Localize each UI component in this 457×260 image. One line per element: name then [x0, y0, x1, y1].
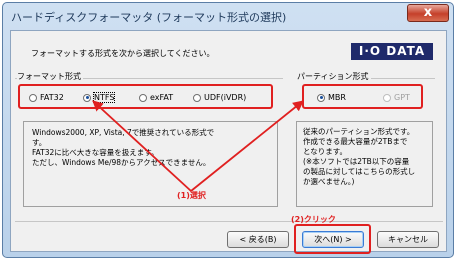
title-bar[interactable]: ハードディスクフォーマッタ (フォーマット形式の選択) x: [3, 3, 453, 29]
button-separator: [15, 221, 443, 222]
dialog-window: ハードディスクフォーマッタ (フォーマット形式の選択) x フォーマットする形式…: [2, 2, 454, 258]
close-button[interactable]: x: [407, 4, 449, 22]
arrow-to-mbr: [190, 100, 304, 192]
annotation-select: (1)選択: [177, 191, 206, 200]
cancel-button[interactable]: キャンセル: [377, 231, 439, 248]
back-button[interactable]: < 戻る(B): [227, 231, 289, 248]
window-title: ハードディスクフォーマッタ (フォーマット形式の選択): [11, 11, 287, 24]
dialog-body: フォーマットする形式を次から選択してください。 I·O DATA フォーマット形…: [10, 30, 447, 254]
arrow-to-ntfs: [92, 100, 192, 192]
next-highlight-box: [294, 224, 371, 254]
annotation-arrows: [92, 100, 304, 192]
